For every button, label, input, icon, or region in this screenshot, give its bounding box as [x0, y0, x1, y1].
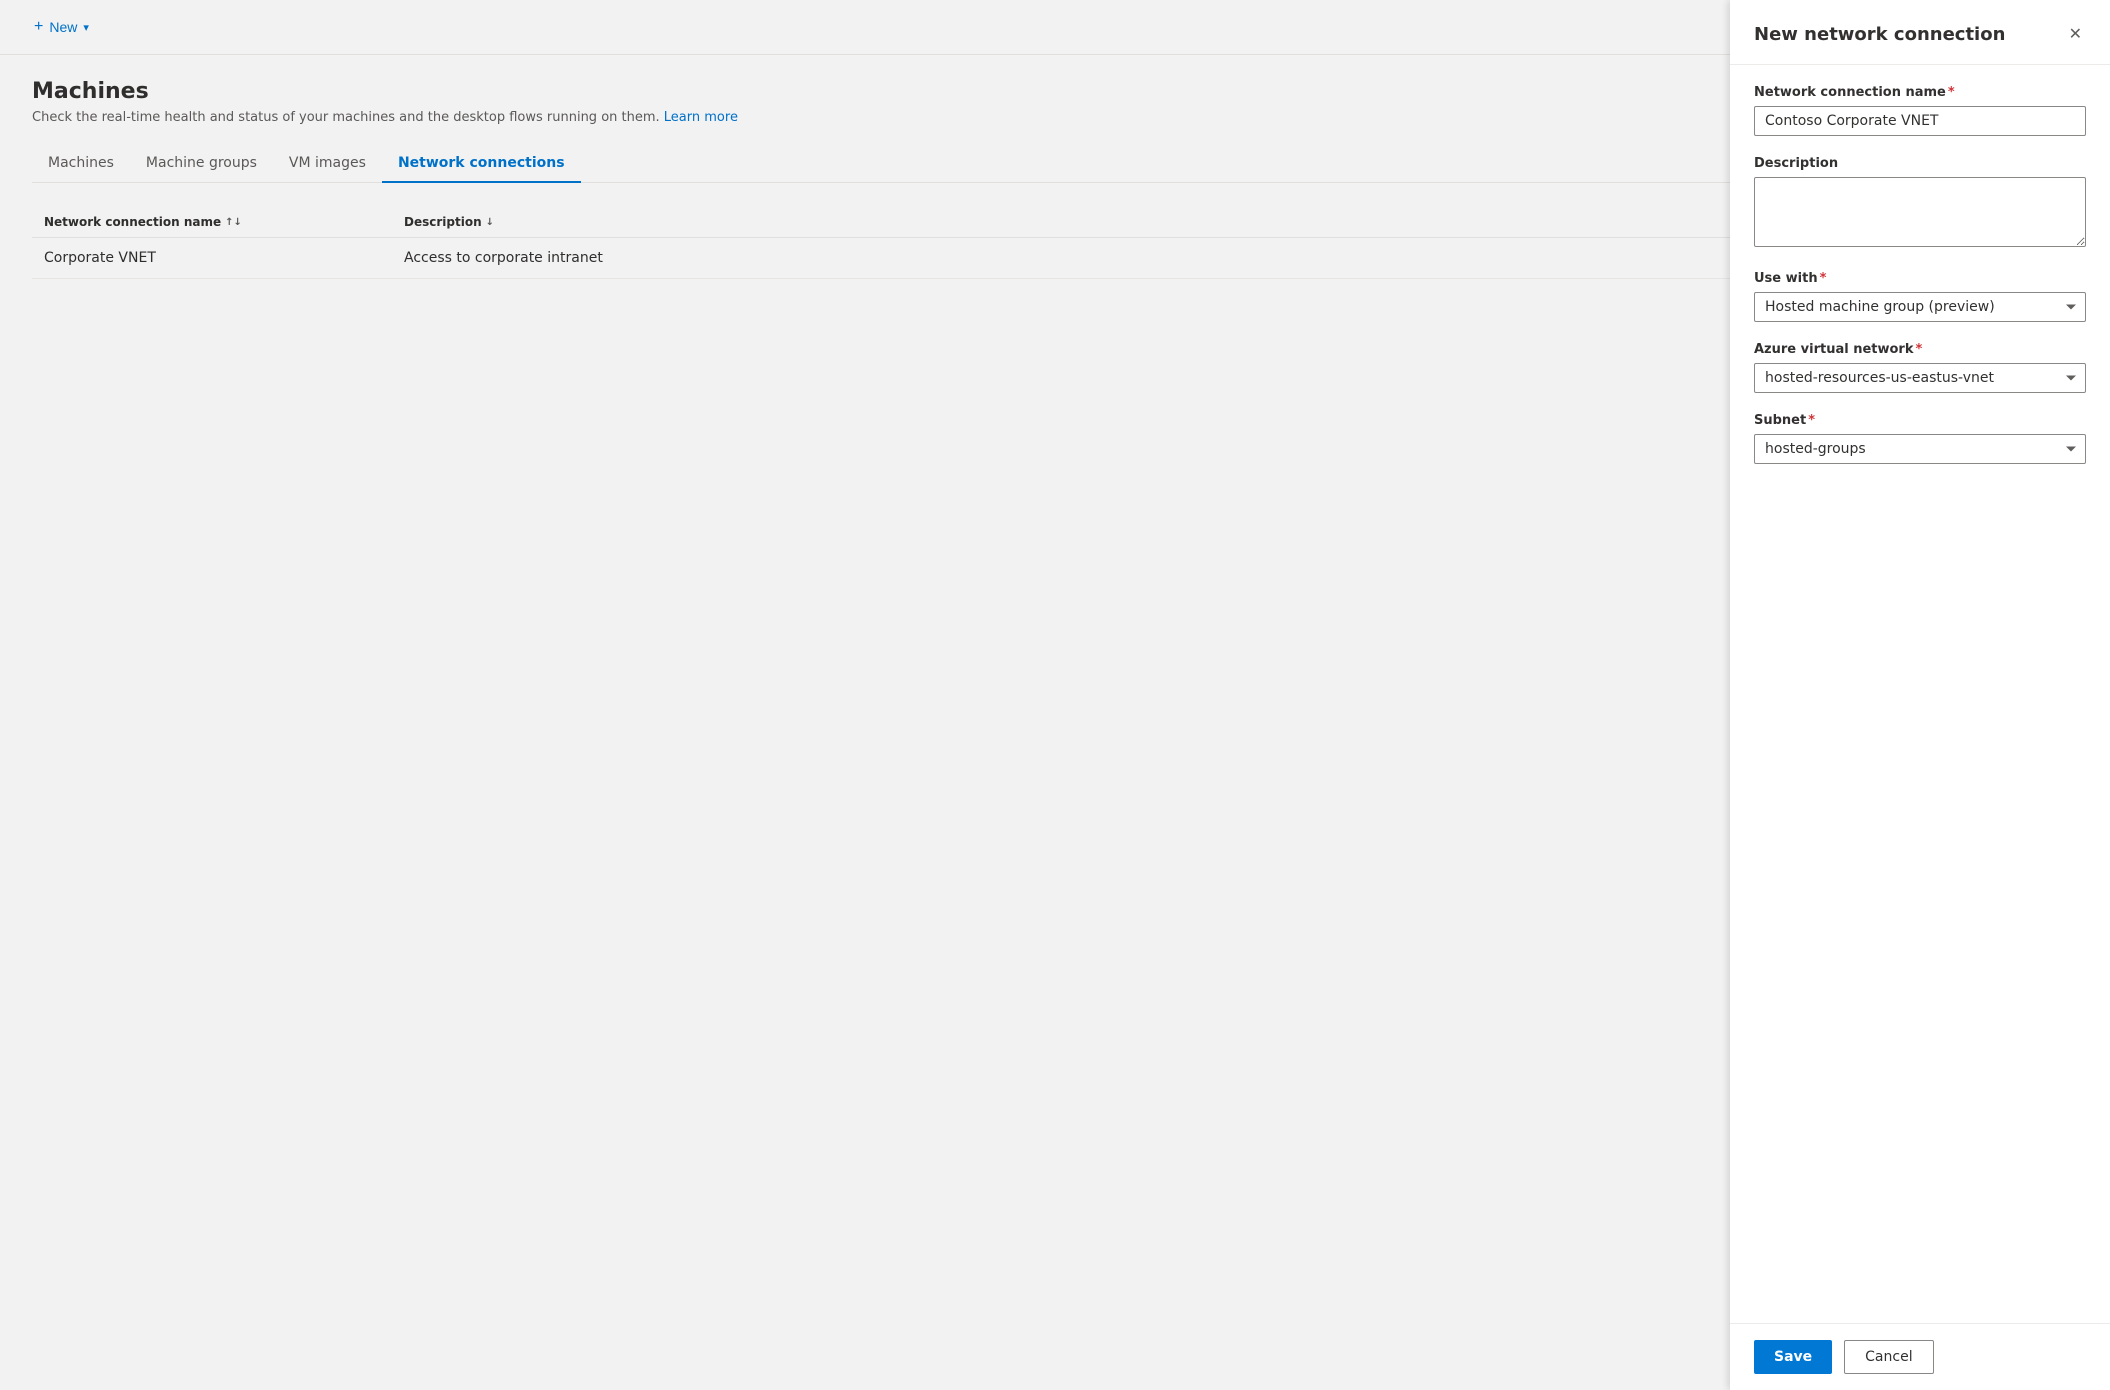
required-star: * [1948, 85, 1955, 100]
use-with-label: Use with* [1754, 271, 2086, 286]
description-field-group: Description [1754, 156, 2086, 251]
azure-vnet-label: Azure virtual network* [1754, 342, 2086, 357]
description-textarea[interactable] [1754, 177, 2086, 247]
subnet-select-wrapper: hosted-groups [1754, 434, 2086, 464]
subnet-label: Subnet* [1754, 413, 2086, 428]
save-button[interactable]: Save [1754, 1340, 1832, 1374]
panel-overlay[interactable] [0, 0, 1730, 1390]
panel-body: Network connection name* Description Use… [1730, 65, 2110, 1323]
azure-vnet-select[interactable]: hosted-resources-us-eastus-vnet [1754, 363, 2086, 393]
description-label: Description [1754, 156, 2086, 171]
use-with-field-group: Use with* Hosted machine group (preview) [1754, 271, 2086, 322]
cancel-button[interactable]: Cancel [1844, 1340, 1933, 1374]
network-connection-name-input[interactable] [1754, 106, 2086, 136]
azure-vnet-select-wrapper: hosted-resources-us-eastus-vnet [1754, 363, 2086, 393]
use-with-select-wrapper: Hosted machine group (preview) [1754, 292, 2086, 322]
name-label: Network connection name* [1754, 85, 2086, 100]
use-with-select[interactable]: Hosted machine group (preview) [1754, 292, 2086, 322]
subnet-select[interactable]: hosted-groups [1754, 434, 2086, 464]
azure-vnet-field-group: Azure virtual network* hosted-resources-… [1754, 342, 2086, 393]
subnet-field-group: Subnet* hosted-groups [1754, 413, 2086, 464]
required-star-subnet: * [1808, 413, 1815, 428]
name-field-group: Network connection name* [1754, 85, 2086, 136]
required-star-use-with: * [1820, 271, 1827, 286]
panel-header: New network connection ✕ [1730, 0, 2110, 65]
new-network-connection-panel: New network connection ✕ Network connect… [1730, 0, 2110, 1390]
required-star-vnet: * [1916, 342, 1923, 357]
close-panel-button[interactable]: ✕ [2065, 20, 2086, 48]
close-icon: ✕ [2069, 24, 2082, 44]
panel-title: New network connection [1754, 24, 2005, 45]
panel-footer: Save Cancel [1730, 1323, 2110, 1390]
